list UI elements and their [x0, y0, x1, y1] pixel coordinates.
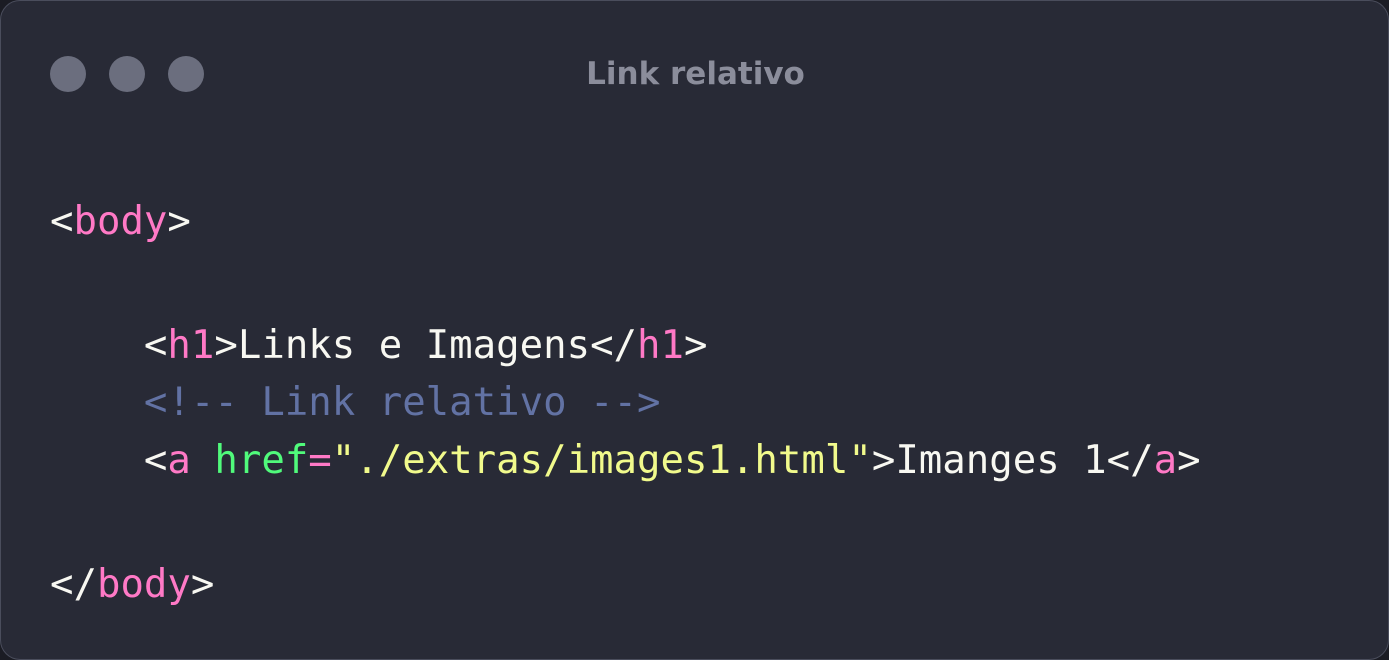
bracket: > [167, 199, 191, 244]
code-line-comment: <!-- Link relativo --> [50, 374, 661, 432]
attribute-name: href [214, 438, 309, 483]
title-bar: Link relativo [1, 1, 1388, 151]
tag-name: a [1153, 438, 1178, 483]
bracket: </ [50, 562, 97, 607]
tag-name: h1 [637, 323, 684, 368]
tag-name: a [167, 438, 191, 483]
bracket: < [50, 199, 74, 244]
code-block: <body> <h1>Links e Imagens</h1> <!-- Lin… [50, 1, 1201, 607]
bracket: </ [1106, 438, 1154, 483]
bracket: > [684, 323, 708, 368]
tag-name: body [96, 562, 191, 607]
code-line-body-close: </body> [50, 556, 214, 614]
bracket: > [214, 323, 238, 368]
equals-sign: = [308, 438, 332, 483]
bracket: < [143, 438, 168, 483]
bracket: > [871, 438, 896, 483]
bracket: > [190, 562, 215, 607]
code-line-body-open: <body> [50, 193, 191, 251]
code-line-anchor: <a href="./extras/images1.html">Imanges … [50, 432, 1201, 490]
element-text: Links e Imagens [237, 323, 591, 368]
tag-name: h1 [167, 323, 215, 368]
bracket: < [143, 323, 168, 368]
attribute-value: "./extras/images1.html" [331, 438, 872, 483]
window-title: Link relativo [586, 56, 805, 92]
element-text: Imanges 1 [895, 438, 1107, 483]
bracket: > [1177, 438, 1201, 483]
code-comment: <!-- Link relativo --> [143, 380, 661, 425]
code-window: Link relativo <body> <h1>Links e Imagens… [0, 0, 1389, 660]
bracket: </ [590, 323, 638, 368]
code-line-h1: <h1>Links e Imagens</h1> [50, 317, 708, 375]
tag-name: body [73, 199, 168, 244]
